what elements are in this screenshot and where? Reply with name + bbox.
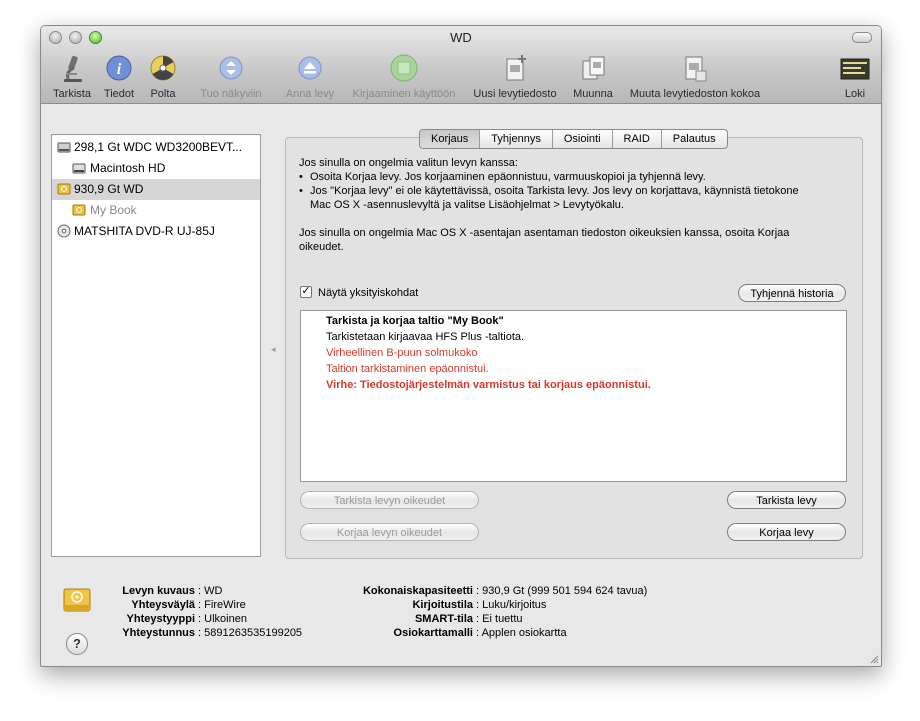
titlebar: WD Tarkista i Tiedot Polta Tuo näkyviin … bbox=[41, 26, 881, 104]
toolbar-resize-image-button[interactable]: Muuta levytiedoston kokoa bbox=[621, 53, 769, 101]
help-text: Jos sinulla on ongelmia valitun levyn ka… bbox=[299, 156, 851, 254]
toolbar-log-button[interactable]: Loki bbox=[837, 53, 873, 101]
toolbar-new-image-button[interactable]: Uusi levytiedosto bbox=[467, 53, 563, 101]
info-partition-map: Osiokarttamalli : Applen osiokartta bbox=[393, 627, 567, 639]
journaling-icon bbox=[390, 54, 418, 82]
log-entry: Tarkistetaan kirjaavaa HFS Plus -taltiot… bbox=[326, 331, 525, 343]
log-entry-error: Virhe: Tiedostojärjestelmän varmistus ta… bbox=[326, 379, 651, 391]
show-details-label: Näytä yksityiskohdat bbox=[318, 287, 419, 299]
toolbar-verify-button[interactable]: Tarkista bbox=[49, 53, 95, 101]
disk-utility-window: WD Tarkista i Tiedot Polta Tuo näkyviin … bbox=[40, 25, 882, 667]
toolbar-info-button[interactable]: i Tiedot bbox=[99, 53, 139, 101]
info-connection-bus: Yhteysväylä : FireWire bbox=[131, 599, 246, 611]
optical-drive-icon bbox=[57, 224, 71, 238]
firewire-disk-icon bbox=[57, 183, 71, 195]
resize-grip-icon[interactable] bbox=[869, 654, 879, 664]
help-permissions: Jos sinulla on ongelmia Mac OS X -asenta… bbox=[299, 227, 790, 253]
disk-info-bar: Levyn kuvaus : WD Yhteysväylä : FireWire… bbox=[41, 571, 881, 666]
verify-disk-button[interactable]: Tarkista levy bbox=[727, 491, 846, 509]
toolbar-burn-button[interactable]: Polta bbox=[143, 53, 183, 101]
sidebar-item-dvd-drive[interactable]: MATSHITA DVD-R UJ-85J bbox=[52, 221, 260, 242]
info-connection-id: Yhteystunnus : 5891263535199205 bbox=[122, 627, 303, 639]
microscope-icon bbox=[64, 55, 82, 82]
tab-partition[interactable]: Osiointi bbox=[553, 130, 613, 148]
clear-history-button[interactable]: Tyhjennä historia bbox=[738, 284, 846, 302]
window-title: WD bbox=[450, 30, 472, 45]
help-button[interactable]: ? bbox=[66, 633, 88, 655]
help-bullet: Osoita Korjaa levy. Jos korjaaminen epäo… bbox=[299, 170, 851, 184]
help-intro: Jos sinulla on ongelmia valitun levyn ka… bbox=[299, 157, 518, 169]
info-total-capacity: Kokonaiskapasiteetti : 930,9 Gt (999 501… bbox=[362, 585, 648, 597]
info-disk-description: Levyn kuvaus : WD bbox=[122, 585, 223, 597]
log-entry-error: Taltion tarkistaminen epäonnistui. bbox=[326, 363, 489, 375]
disk-list[interactable]: 298,1 Gt WDC WD3200BEVT... Macintosh HD … bbox=[51, 134, 261, 557]
sidebar-item-wd-disk[interactable]: 930,9 Gt WD bbox=[52, 179, 260, 200]
eject-icon bbox=[298, 56, 322, 80]
sidebar-item-macintosh-hd[interactable]: Macintosh HD bbox=[52, 158, 260, 179]
sidebar-item-internal-disk[interactable]: 298,1 Gt WDC WD3200BEVT... bbox=[52, 137, 260, 158]
help-bullet-line: Mac OS X -asennuslevyltä ja valitse Lisä… bbox=[310, 199, 624, 211]
toolbar-convert-button[interactable]: Muunna bbox=[569, 53, 617, 101]
info-icon: i bbox=[106, 55, 132, 81]
repair-permissions-button[interactable]: Korjaa levyn oikeudet bbox=[300, 523, 479, 541]
tab-restore[interactable]: Palautus bbox=[662, 130, 727, 148]
repair-disk-button[interactable]: Korjaa levy bbox=[727, 523, 846, 541]
show-details-checkbox[interactable]: ✓ bbox=[300, 286, 312, 298]
firewire-volume-icon bbox=[72, 204, 86, 216]
tab-erase[interactable]: Tyhjennys bbox=[480, 130, 553, 148]
svg-text:i: i bbox=[117, 61, 122, 78]
convert-icon bbox=[582, 56, 605, 80]
verify-permissions-button[interactable]: Tarkista levyn oikeudet bbox=[300, 491, 479, 509]
internal-disk-icon bbox=[57, 142, 71, 153]
log-icon bbox=[840, 58, 870, 80]
tab-raid[interactable]: RAID bbox=[613, 130, 662, 148]
toolbar-toggle-button[interactable] bbox=[852, 32, 872, 43]
help-bullet-line: Jos "Korjaa levy" ei ole käytettävissä, … bbox=[310, 185, 799, 197]
resize-image-icon bbox=[685, 56, 707, 82]
log-view[interactable]: Tarkista ja korjaa taltio "My Book" Tark… bbox=[300, 310, 847, 482]
volume-icon bbox=[72, 163, 86, 174]
toolbar-journaling-button[interactable]: Kirjaaminen käyttöön bbox=[345, 53, 463, 101]
sidebar-item-my-book[interactable]: My Book bbox=[52, 200, 260, 221]
firewire-disk-icon bbox=[63, 588, 91, 612]
split-view-handle[interactable]: ◂ bbox=[271, 344, 276, 355]
toolbar-mount-button[interactable]: Tuo näkyviin bbox=[191, 53, 271, 101]
info-write-status: Kirjoitustila : Luku/kirjoitus bbox=[412, 599, 547, 611]
info-connection-type: Yhteystyyppi : Ulkoinen bbox=[126, 613, 247, 625]
tab-first-aid[interactable]: Korjaus bbox=[420, 130, 481, 148]
help-bullet: Jos "Korjaa levy" ei ole käytettävissä, … bbox=[299, 184, 851, 212]
log-entry-error: Virheellinen B-puun solmukoko bbox=[326, 347, 478, 359]
new-image-icon bbox=[506, 55, 526, 81]
burn-icon bbox=[150, 55, 176, 81]
mount-icon bbox=[219, 56, 243, 80]
tab-bar: Korjaus Tyhjennys Osiointi RAID Palautus bbox=[419, 129, 728, 149]
first-aid-panel: Korjaus Tyhjennys Osiointi RAID Palautus… bbox=[285, 129, 863, 559]
log-entry-header: Tarkista ja korjaa taltio "My Book" bbox=[326, 315, 504, 327]
toolbar-eject-button[interactable]: Anna levy bbox=[277, 53, 343, 101]
info-smart-status: SMART-tila : Ei tuettu bbox=[414, 613, 523, 625]
